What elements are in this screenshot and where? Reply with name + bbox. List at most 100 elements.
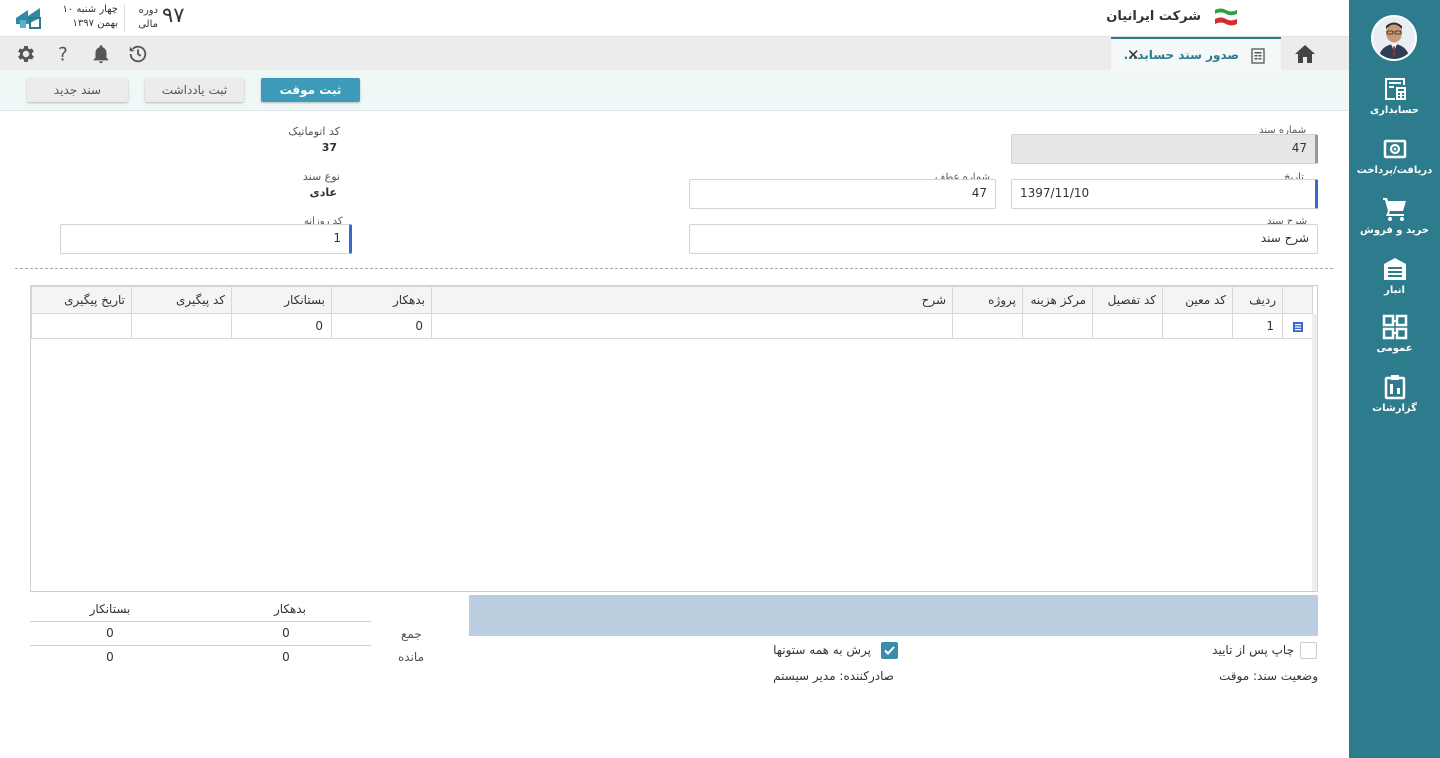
home-icon[interactable] [1294, 44, 1316, 64]
sidebar-label-reports: گزارشات [1372, 403, 1417, 414]
column-header-tafsil[interactable]: کد تفصیل [1092, 286, 1163, 314]
grid-scrollbar[interactable] [1312, 314, 1317, 591]
sidebar-label-general: عمومی [1376, 343, 1413, 354]
cell-track-date[interactable] [31, 313, 132, 339]
items-table: ردیف کد معین کد تفصیل مرکز هزینه پروژه ش… [31, 286, 1313, 339]
date-display: چهار شنبه ۱۰ بهمن ۱۳۹۷ [58, 3, 118, 31]
date-line-1: چهار شنبه ۱۰ [62, 4, 118, 15]
user-photo-icon [1373, 17, 1415, 59]
cell-moein[interactable] [1162, 313, 1233, 339]
cell-row[interactable]: 1 [1232, 313, 1283, 339]
document-issuer: صادرکننده: مدیر سیستم [773, 669, 894, 683]
table-row[interactable]: 1 0 0 [31, 313, 1313, 339]
row-detail-icon[interactable] [1292, 321, 1304, 333]
bell-icon[interactable] [90, 43, 112, 65]
period-label-line-1: دوره [138, 5, 158, 16]
row-detail-cell[interactable] [1282, 313, 1313, 339]
user-avatar[interactable] [1371, 15, 1417, 61]
column-header-project[interactable]: پروژه [952, 286, 1023, 314]
cell-tafsil[interactable] [1092, 313, 1163, 339]
tab-label: صدور سند حسابد... [1123, 48, 1239, 62]
sidebar-item-general[interactable]: عمومی [1349, 314, 1440, 370]
table-header-row: ردیف کد معین کد تفصیل مرکز هزینه پروژه ش… [31, 286, 1313, 314]
iran-flag-icon [1214, 8, 1238, 26]
auto-code-value: 37 [321, 141, 337, 154]
main-sidebar: حسابداری دریافت/پرداخت خرید و فروش انبار [1349, 0, 1440, 758]
remain-label: مانده [398, 650, 425, 664]
remain-debit-value: 0 [282, 650, 290, 664]
app-logo-icon [16, 8, 41, 29]
svg-text:?: ? [58, 44, 68, 65]
close-tab-icon[interactable]: ✕ [1127, 46, 1140, 64]
date-field[interactable]: 1397/11/10 [1011, 179, 1318, 209]
print-after-approve-label: چاپ پس از تایید [1212, 643, 1294, 657]
column-header-row[interactable]: ردیف [1232, 286, 1283, 314]
top-divider [124, 4, 125, 32]
column-header-cost-center[interactable]: مرکز هزینه [1022, 286, 1093, 314]
cell-cost-center[interactable] [1022, 313, 1093, 339]
cell-track-code[interactable] [131, 313, 232, 339]
save-note-button[interactable]: ثبت یادداشت [145, 78, 244, 102]
column-header-debit[interactable]: بدهکار [331, 286, 432, 314]
action-toolbar: ثبت موقت ثبت یادداشت سند جدید [0, 70, 1349, 111]
fill-all-columns-label: پرش به همه ستونها [773, 643, 871, 657]
total-debit-value: 0 [282, 626, 290, 640]
column-header-track-date[interactable]: تاریخ پیگیری [31, 286, 132, 314]
company-name: شرکت ایرانیان [1106, 9, 1201, 24]
gear-icon[interactable] [15, 43, 37, 65]
tab-bar: ? صدور سند حسابد... ✕ [0, 37, 1349, 70]
cell-description[interactable] [431, 313, 953, 339]
history-icon[interactable] [127, 43, 149, 65]
tab-issue-document[interactable]: صدور سند حسابد... ✕ [1111, 37, 1281, 70]
top-bar: چهار شنبه ۱۰ بهمن ۱۳۹۷ دوره مالی ۹۷ شرکت… [0, 0, 1349, 37]
fill-all-columns-checkbox[interactable] [881, 642, 898, 659]
fiscal-period-label: دوره مالی [132, 4, 158, 32]
payment-icon [1383, 139, 1406, 159]
sidebar-item-reports[interactable]: گزارشات [1349, 374, 1440, 430]
reports-icon [1384, 375, 1405, 400]
summary-credit-header: بستانکار [89, 602, 131, 616]
cell-credit[interactable]: 0 [231, 313, 332, 339]
save-temporary-button[interactable]: ثبت موقت [261, 78, 360, 102]
warehouse-icon [1383, 258, 1406, 280]
doc-type-label: نوع سند [302, 170, 340, 183]
sidebar-label-sales: خرید و فروش [1360, 225, 1429, 236]
accounting-icon [1384, 78, 1406, 100]
document-status: وضعیت سند: موقت [1219, 669, 1318, 683]
help-icon[interactable]: ? [52, 43, 74, 65]
doc-type-value: عادی [309, 186, 337, 199]
total-label: جمع [401, 627, 422, 641]
column-header-moein[interactable]: کد معین [1162, 286, 1233, 314]
daily-code-field[interactable]: 1 [60, 224, 352, 254]
check-icon [884, 646, 895, 655]
column-header-track-code[interactable]: کد پیگیری [131, 286, 232, 314]
description-field[interactable]: شرح سند [689, 224, 1318, 254]
cell-project[interactable] [952, 313, 1023, 339]
cell-debit[interactable]: 0 [331, 313, 432, 339]
column-header-description[interactable]: شرح [431, 286, 953, 314]
sidebar-item-warehouse[interactable]: انبار [1349, 256, 1440, 312]
total-credit-value: 0 [106, 626, 114, 640]
date-line-2: بهمن ۱۳۹۷ [72, 18, 118, 29]
period-label-line-2: مالی [138, 19, 158, 30]
doc-number-field: 47 [1011, 134, 1318, 164]
column-header-select [1282, 286, 1313, 314]
summary-panel [469, 595, 1318, 636]
sidebar-item-sales[interactable]: خرید و فروش [1349, 196, 1440, 252]
ref-number-field[interactable]: 47 [689, 179, 996, 209]
sidebar-label-accounting: حسابداری [1369, 105, 1420, 116]
print-after-approve-checkbox[interactable] [1300, 642, 1317, 659]
auto-code-label: کد اتوماتیک [288, 125, 340, 138]
sidebar-item-payment[interactable]: دریافت/پرداخت [1349, 136, 1440, 192]
fiscal-period-number[interactable]: ۹۷ [162, 3, 185, 27]
new-document-button[interactable]: سند جدید [27, 78, 128, 102]
summary-divider-1 [30, 621, 371, 622]
section-divider [15, 268, 1333, 269]
column-header-credit[interactable]: بستانکار [231, 286, 332, 314]
sidebar-label-payment: دریافت/پرداخت [1356, 165, 1433, 176]
sidebar-item-accounting[interactable]: حسابداری [1349, 76, 1440, 132]
cart-icon [1382, 198, 1406, 221]
document-items-grid: ردیف کد معین کد تفصیل مرکز هزینه پروژه ش… [30, 285, 1318, 592]
remain-credit-value: 0 [106, 650, 114, 664]
summary-divider-2 [30, 645, 371, 646]
